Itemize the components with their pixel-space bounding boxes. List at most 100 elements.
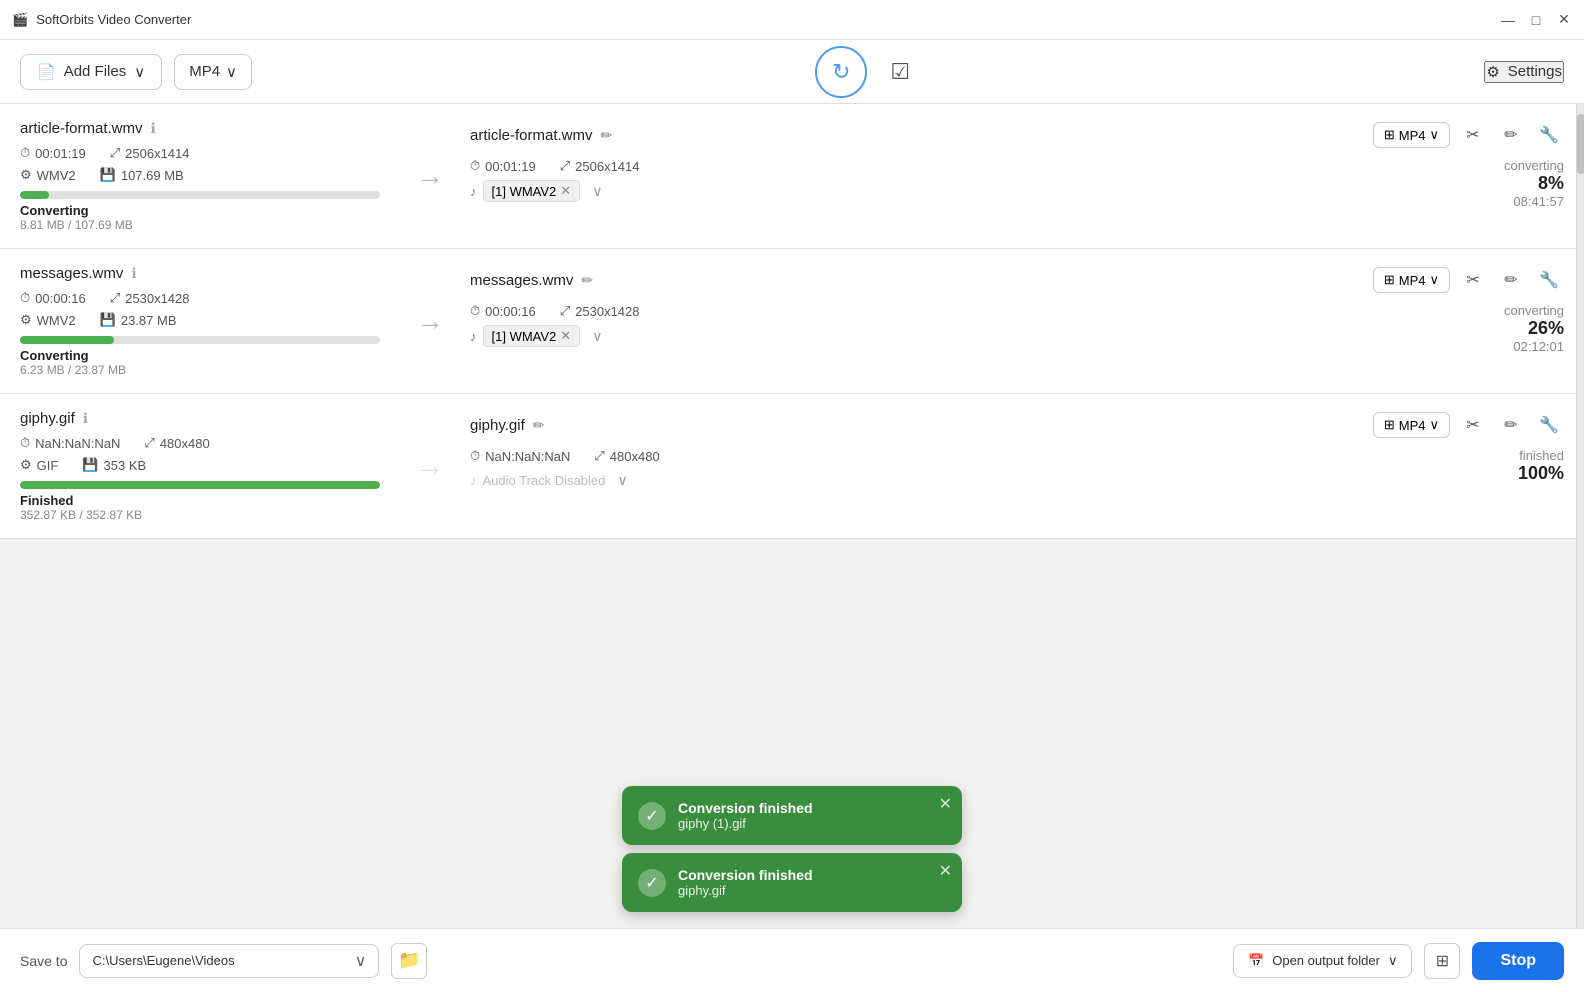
file-input-panel: article-format.wmv ℹ ⏱ 00:01:19 ⤢ 2506x1…	[20, 120, 400, 232]
arrow-col: →	[400, 265, 460, 377]
add-files-chevron-icon: ∨	[134, 63, 145, 81]
output-actions: ⊞ MP4 ∨ ✂ ✏ 🔧	[1373, 120, 1564, 150]
grid-view-button[interactable]: ⊞	[1424, 943, 1460, 979]
settings-label: Settings	[1508, 63, 1562, 80]
table-row: giphy.gif ℹ ⏱ NaN:NaN:NaN ⤢ 480x480 ⚙ GI…	[0, 394, 1584, 539]
audio-icon: ♪	[470, 184, 477, 199]
toast-close-button[interactable]: ✕	[939, 794, 952, 814]
duration-item: ⏱ 00:00:16	[20, 290, 86, 306]
edit-icon[interactable]: ✏	[581, 272, 593, 289]
progress-label: Converting	[20, 348, 380, 363]
info-icon[interactable]: ℹ	[131, 265, 136, 282]
save-path-input[interactable]	[92, 953, 348, 968]
input-filename: article-format.wmv ℹ	[20, 120, 380, 137]
time-remaining: 02:12:01	[1504, 339, 1564, 354]
cut-button[interactable]: ✂	[1458, 265, 1488, 295]
info-icon[interactable]: ℹ	[83, 410, 88, 427]
output-duration: ⏱ 00:01:19	[470, 158, 536, 174]
edit-button[interactable]: ✏	[1496, 410, 1526, 440]
edit-icon[interactable]: ✏	[533, 417, 545, 434]
audio-dropdown-icon[interactable]: ∨	[611, 470, 633, 491]
file-meta-2: ⚙ WMV2 💾 107.69 MB	[20, 167, 380, 183]
toast-1: ✓ Conversion finished giphy (1).gif ✕	[622, 786, 962, 845]
edit-icon[interactable]: ✏	[601, 127, 613, 144]
browse-folder-button[interactable]: 📁	[391, 943, 427, 979]
calendar-icon: 📅	[1248, 953, 1264, 969]
stop-button[interactable]: Stop	[1472, 942, 1564, 980]
file-meta-2: ⚙ WMV2 💾 23.87 MB	[20, 312, 380, 328]
wrench-button[interactable]: 🔧	[1534, 265, 1564, 295]
edit-button[interactable]: ✏	[1496, 120, 1526, 150]
resolution-item: ⤢ 480x480	[144, 435, 209, 451]
bottom-right: 📅 Open output folder ∨ ⊞ Stop	[1233, 942, 1564, 980]
audio-remove-icon[interactable]: ✕	[560, 183, 571, 199]
input-filename: giphy.gif ℹ	[20, 410, 380, 427]
audio-icon: ♪	[470, 473, 477, 488]
wrench-button[interactable]: 🔧	[1534, 410, 1564, 440]
open-output-folder-button[interactable]: 📅 Open output folder ∨	[1233, 944, 1412, 978]
output-meta: ⏱ NaN:NaN:NaN ⤢ 480x480	[470, 448, 660, 464]
audio-remove-icon[interactable]: ✕	[560, 328, 571, 344]
maximize-button[interactable]: □	[1528, 12, 1544, 28]
output-resize-icon: ⤢	[560, 303, 570, 319]
file-meta: ⏱ 00:01:19 ⤢ 2506x1414	[20, 145, 380, 161]
toast-close-button[interactable]: ✕	[939, 861, 952, 881]
output-header: giphy.gif ✏ ⊞ MP4 ∨ ✂ ✏ 🔧	[470, 410, 1564, 440]
output-format-tag[interactable]: ⊞ MP4 ∨	[1373, 122, 1450, 148]
path-dropdown-icon[interactable]: ∨	[355, 951, 367, 971]
wrench-button[interactable]: 🔧	[1534, 120, 1564, 150]
convert-button[interactable]: ↻	[815, 46, 867, 98]
add-files-icon: 📄	[37, 63, 56, 81]
toast-check-icon: ✓	[638, 802, 666, 830]
size-item: 💾 23.87 MB	[100, 312, 177, 328]
audio-dropdown-icon[interactable]: ∨	[586, 181, 608, 202]
codec-icon: ⚙	[20, 457, 32, 473]
output-format-tag[interactable]: ⊞ MP4 ∨	[1373, 267, 1450, 293]
output-filename: article-format.wmv ✏	[470, 127, 612, 144]
clock-icon: ⏱	[20, 435, 30, 451]
audio-dropdown-icon[interactable]: ∨	[586, 326, 608, 347]
mp4-grid-icon: ⊞	[1384, 417, 1395, 433]
toast-check-icon: ✓	[638, 869, 666, 897]
output-resolution: ⤢ 480x480	[594, 448, 659, 464]
clock-icon: ⏱	[20, 145, 30, 161]
format-button[interactable]: MP4 ∨	[174, 54, 252, 90]
scrollbar-track[interactable]	[1576, 104, 1584, 928]
audio-track-badge: [1] WMAV2 ✕	[483, 180, 581, 202]
output-format-tag[interactable]: ⊞ MP4 ∨	[1373, 412, 1450, 438]
mp4-grid-icon: ⊞	[1384, 127, 1395, 143]
output-actions: ⊞ MP4 ∨ ✂ ✏ 🔧	[1373, 265, 1564, 295]
edit-button[interactable]: ✏	[1496, 265, 1526, 295]
output-meta: ⏱ 00:00:16 ⤢ 2530x1428	[470, 303, 640, 319]
open-folder-chevron: ∨	[1388, 953, 1398, 969]
output-header: messages.wmv ✏ ⊞ MP4 ∨ ✂ ✏ 🔧	[470, 265, 1564, 295]
status-badge: converting	[1504, 158, 1564, 173]
resize-icon: ⤢	[110, 145, 120, 161]
close-button[interactable]: ✕	[1556, 12, 1572, 28]
duration-item: ⏱ NaN:NaN:NaN	[20, 435, 120, 451]
format-tag-chevron: ∨	[1429, 272, 1439, 288]
time-remaining: 08:41:57	[1504, 194, 1564, 209]
app-title: SoftOrbits Video Converter	[36, 12, 191, 27]
output-resolution: ⤢ 2506x1414	[560, 158, 640, 174]
cut-button[interactable]: ✂	[1458, 410, 1488, 440]
arrow-right-icon: →	[416, 160, 444, 192]
save-to-label: Save to	[20, 953, 67, 969]
audio-disabled-label: Audio Track Disabled	[483, 473, 606, 488]
file-meta: ⏱ NaN:NaN:NaN ⤢ 480x480	[20, 435, 380, 451]
settings-button[interactable]: ⚙ Settings	[1484, 61, 1564, 83]
format-label: MP4	[189, 63, 220, 80]
check-button[interactable]: ☑	[879, 51, 921, 93]
toast-filename: giphy.gif	[678, 883, 946, 898]
cut-button[interactable]: ✂	[1458, 120, 1488, 150]
minimize-button[interactable]: —	[1500, 12, 1516, 28]
audio-row: ♪ [1] WMAV2 ✕ ∨	[470, 180, 640, 202]
arrow-right-icon: →	[416, 305, 444, 337]
status-badge: finished	[1518, 448, 1564, 463]
output-filename: messages.wmv ✏	[470, 272, 593, 289]
scrollbar-thumb[interactable]	[1577, 114, 1584, 174]
duration-item: ⏱ 00:01:19	[20, 145, 86, 161]
info-icon[interactable]: ℹ	[151, 120, 156, 137]
file-output-panel: giphy.gif ✏ ⊞ MP4 ∨ ✂ ✏ 🔧	[460, 410, 1564, 522]
add-files-button[interactable]: 📄 Add Files ∨	[20, 54, 162, 90]
